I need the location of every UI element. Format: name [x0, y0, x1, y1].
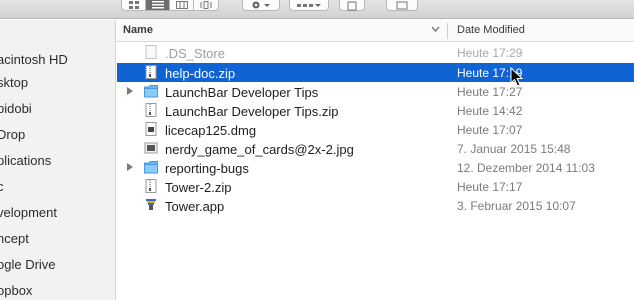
column-view-button[interactable]	[170, 0, 194, 10]
finder-toolbar	[0, 0, 634, 19]
zip-icon	[145, 103, 157, 117]
arrange-icon	[297, 3, 321, 7]
file-name: help-doc.zip	[165, 66, 236, 81]
file-name: reporting-bugs	[165, 161, 249, 176]
file-name: LaunchBar Developer Tips.zip	[165, 104, 339, 119]
file-row[interactable]: .DS_Store Heute 17:29	[117, 43, 634, 62]
date-modified-column-header[interactable]: Date Modified	[457, 24, 525, 36]
name-column-header[interactable]: Name	[123, 24, 153, 36]
action-menu-button[interactable]	[242, 0, 280, 11]
file-row[interactable]: reporting-bugs 12. Dezember 2014 11:03	[117, 158, 634, 177]
file-name: LaunchBar Developer Tips	[165, 85, 319, 100]
mouse-pointer-icon	[510, 67, 524, 87]
sidebar-item-macintosh-hd[interactable]: acintosh HD	[0, 52, 68, 67]
view-switcher	[121, 0, 219, 11]
sidebar: acintosh HD sktop bidobi Drop plications…	[0, 20, 116, 300]
folder-icon	[144, 161, 158, 174]
zip-icon	[145, 179, 157, 193]
tags-button[interactable]	[386, 0, 418, 11]
tags-icon	[396, 1, 408, 10]
arrange-menu-button[interactable]	[289, 0, 329, 11]
icon-view-icon	[128, 1, 139, 9]
coverflow-view-icon	[200, 1, 212, 9]
icon-view-button[interactable]	[122, 0, 146, 10]
file-row[interactable]: Tower.app 3. Februar 2015 10:07	[117, 196, 634, 215]
file-name: Tower.app	[165, 199, 225, 214]
file-row[interactable]: Tower-2.zip Heute 17:17	[117, 177, 634, 196]
file-row[interactable]: LaunchBar Developer Tips.zip Heute 14:42	[117, 101, 634, 120]
share-icon	[347, 1, 357, 11]
sidebar-item-airdrop[interactable]: Drop	[0, 127, 25, 142]
file-date-modified: Heute 17:17	[457, 180, 523, 194]
file-date-modified: Heute 14:42	[457, 104, 523, 118]
disclosure-triangle-icon[interactable]	[127, 163, 133, 171]
file-name: .DS_Store	[165, 46, 225, 61]
file-date-modified: 7. Januar 2015 15:48	[457, 142, 571, 156]
sidebar-item-user[interactable]: bidobi	[0, 101, 32, 116]
document-icon	[145, 45, 157, 59]
file-name: licecap125.dmg	[165, 123, 257, 138]
share-button[interactable]	[339, 0, 365, 11]
image-file-icon	[144, 142, 158, 154]
file-date-modified: 12. Dezember 2014 11:03	[457, 161, 595, 175]
column-divider[interactable]	[447, 23, 448, 39]
list-view-button[interactable]	[146, 0, 170, 10]
list-view-icon	[151, 1, 164, 9]
sidebar-item-concept[interactable]: ncept	[0, 231, 29, 246]
column-header: Name Date Modified	[117, 20, 634, 42]
coverflow-view-button[interactable]	[194, 0, 218, 10]
disclosure-triangle-icon[interactable]	[127, 87, 133, 95]
folder-icon	[144, 85, 158, 98]
sidebar-item-google-drive[interactable]: ogle Drive	[0, 257, 56, 272]
file-row[interactable]: LaunchBar Developer Tips Heute 17:27	[117, 82, 634, 101]
file-row[interactable]: licecap125.dmg Heute 17:07	[117, 120, 634, 139]
zip-icon	[145, 65, 157, 79]
file-date-modified: Heute 17:07	[457, 123, 523, 137]
file-date-modified: Heute 17:27	[457, 85, 523, 99]
sidebar-item-dropbox[interactable]: opbox	[0, 283, 32, 298]
file-row[interactable]: nerdy_game_of_cards@2x-2.jpg 7. Januar 20…	[117, 139, 634, 158]
file-name: Tower-2.zip	[165, 180, 232, 195]
file-date-modified: 3. Februar 2015 10:07	[457, 199, 576, 213]
sort-caret-icon	[431, 26, 440, 32]
column-view-icon	[175, 1, 188, 9]
disk-image-icon	[145, 122, 157, 136]
sidebar-item-c[interactable]: c	[0, 179, 4, 194]
file-row[interactable]: help-doc.zip Heute 17:19	[117, 63, 634, 82]
file-date-modified: Heute 17:29	[457, 46, 523, 60]
app-icon	[146, 199, 156, 210]
sidebar-item-desktop[interactable]: sktop	[0, 75, 28, 90]
sidebar-item-development[interactable]: velopment	[0, 205, 57, 220]
gear-icon	[252, 1, 270, 8]
file-name: nerdy_game_of_cards@2x-2.jpg	[165, 142, 354, 157]
sidebar-item-applications[interactable]: plications	[0, 153, 51, 168]
